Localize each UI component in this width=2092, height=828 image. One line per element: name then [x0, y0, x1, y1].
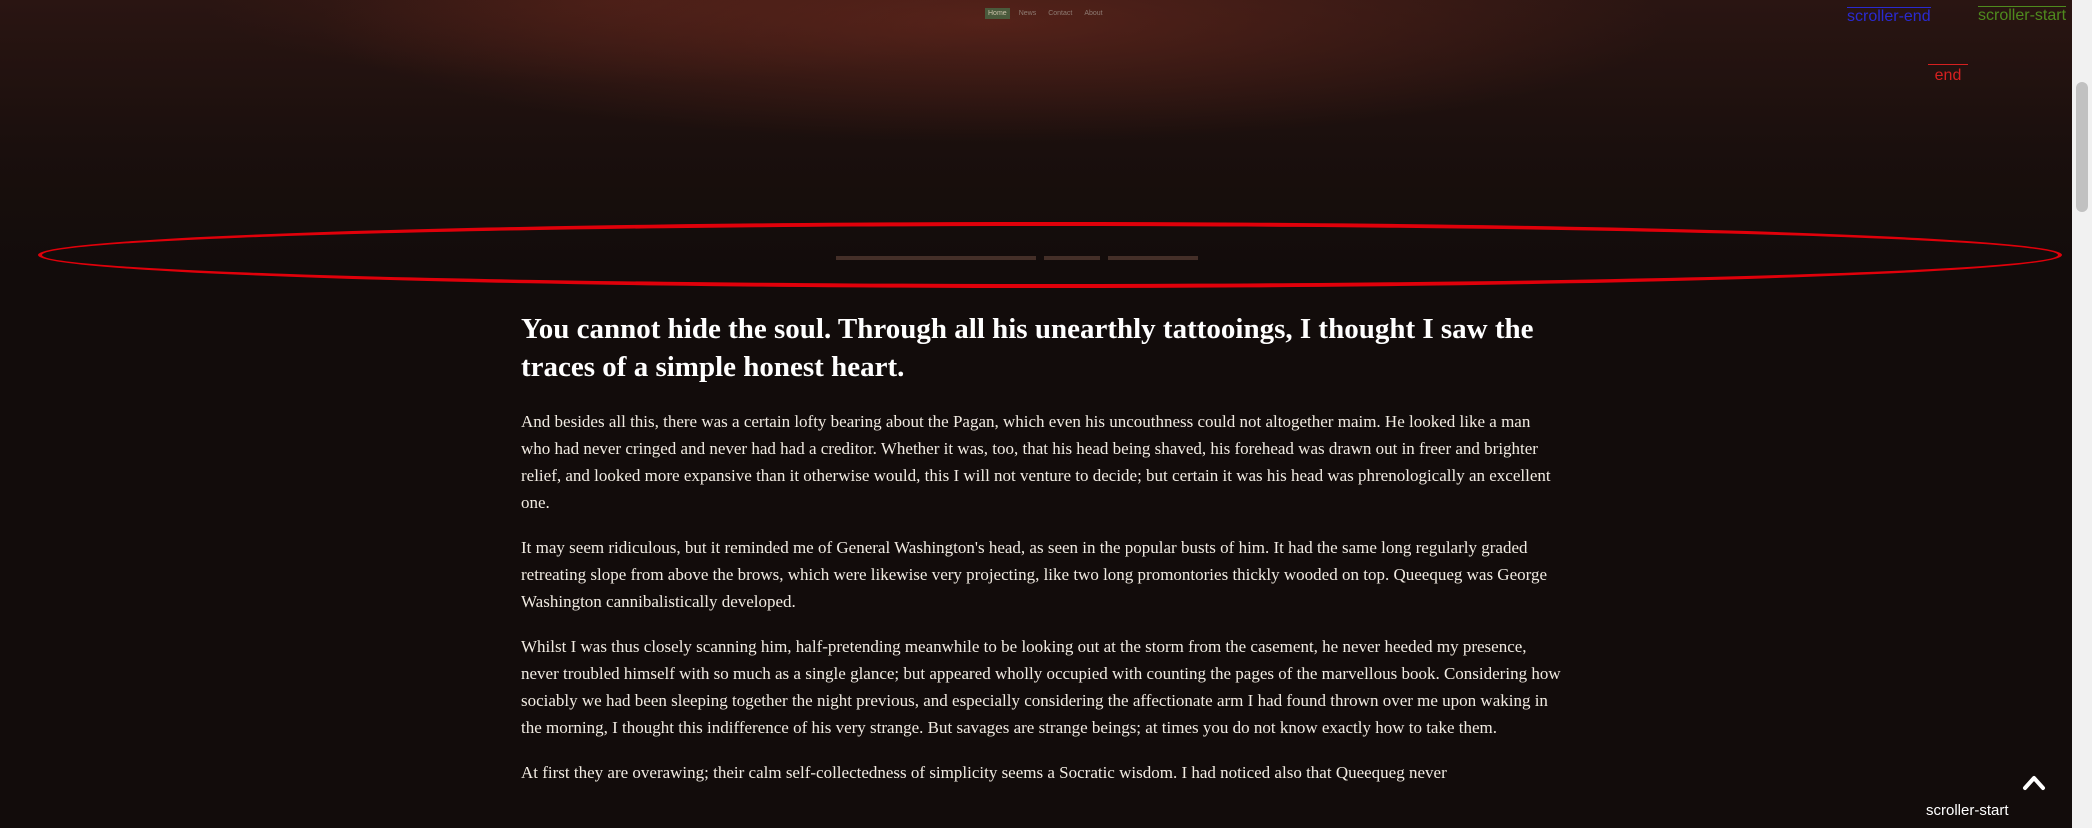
scrollbar-thumb[interactable]	[2076, 82, 2088, 212]
end-marker: end	[1928, 64, 1968, 85]
nav-item-about[interactable]: About	[1081, 8, 1105, 19]
scroller-end-marker: scroller-end	[1847, 7, 1931, 25]
vertical-scrollbar[interactable]	[2072, 0, 2092, 828]
page: Home News Contact About You cannot hide …	[0, 0, 2092, 828]
article-paragraph: And besides all this, there was a certai…	[521, 412, 1551, 512]
hero-image-strip	[836, 256, 1246, 262]
nav-item-contact[interactable]: Contact	[1045, 8, 1075, 19]
article: You cannot hide the soul. Through all hi…	[521, 310, 1561, 804]
top-nav: Home News Contact About	[985, 8, 1106, 19]
article-heading: You cannot hide the soul. Through all hi…	[521, 313, 1534, 383]
hero-strip-segment	[1108, 256, 1198, 260]
hero-banner: Home News Contact About	[0, 0, 2072, 270]
back-to-top-button[interactable]	[2022, 772, 2046, 794]
hero-strip-segment	[836, 256, 1036, 260]
chevron-up-icon	[2023, 776, 2045, 790]
hero-strip-segment	[1044, 256, 1100, 260]
article-paragraph: Whilst I was thus closely scanning him, …	[521, 637, 1561, 737]
nav-item-home[interactable]: Home	[985, 8, 1010, 19]
scroller-start-marker: scroller-start	[1978, 6, 2067, 24]
article-paragraph: It may seem ridiculous, but it reminded …	[521, 538, 1548, 611]
article-paragraph: At first they are overawing; their calm …	[521, 763, 1447, 782]
scroller-start-bottom-marker: scroller-start	[1926, 802, 2009, 819]
nav-item-news[interactable]: News	[1016, 8, 1040, 19]
